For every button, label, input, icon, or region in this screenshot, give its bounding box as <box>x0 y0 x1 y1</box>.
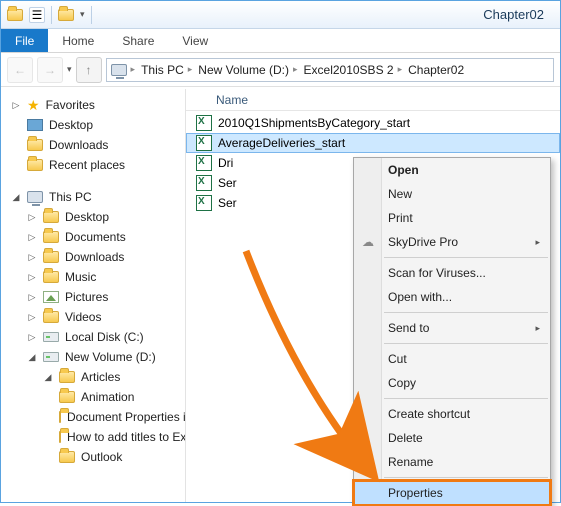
nav-chart-titles[interactable]: How to add titles to Excel charts <box>5 427 185 447</box>
tab-file[interactable]: File <box>1 29 48 52</box>
crumb-3[interactable]: Chapter02 <box>408 63 464 77</box>
desktop-icon <box>27 119 43 131</box>
menu-separator <box>384 343 548 344</box>
nav-music[interactable]: ▷Music <box>5 267 185 287</box>
nav-articles[interactable]: ◢Articles <box>5 367 185 387</box>
nav-fav-desktop[interactable]: Desktop <box>5 115 185 135</box>
drive-icon <box>43 352 59 362</box>
menu-delete[interactable]: Delete <box>354 426 550 450</box>
excel-icon <box>196 115 212 131</box>
menu-openwith[interactable]: Open with... <box>354 285 550 309</box>
nav-desktop[interactable]: ▷Desktop <box>5 207 185 227</box>
nav-forward-button[interactable]: → <box>37 57 63 83</box>
chevron-right-icon: ▸ <box>535 237 540 248</box>
nav-documents[interactable]: ▷Documents <box>5 227 185 247</box>
nav-animation[interactable]: Animation <box>5 387 185 407</box>
crumb-2[interactable]: Excel2010SBS 2 <box>304 63 394 77</box>
nav-doc-props[interactable]: Document Properties in Excel <box>5 407 185 427</box>
menu-rename[interactable]: Rename <box>354 450 550 474</box>
nav-fav-recent[interactable]: Recent places <box>5 155 185 175</box>
crumb-0[interactable]: This PC <box>141 63 184 77</box>
nav-outlook[interactable]: Outlook <box>5 447 185 467</box>
folder-icon <box>59 431 61 443</box>
nav-downloads[interactable]: ▷Downloads <box>5 247 185 267</box>
nav-new-volume-d[interactable]: ◢New Volume (D:) <box>5 347 185 367</box>
folder-icon <box>43 311 59 323</box>
context-menu: Open New Print ☁SkyDrive Pro▸ Scan for V… <box>353 157 551 506</box>
folder-icon <box>43 211 59 223</box>
nav-local-disk-c[interactable]: ▷Local Disk (C:) <box>5 327 185 347</box>
address-bar: ← → ▾ ↑ ▸This PC ▸New Volume (D:) ▸Excel… <box>1 53 560 87</box>
nav-fav-downloads[interactable]: Downloads <box>5 135 185 155</box>
folder-icon <box>7 7 23 23</box>
menu-copy[interactable]: Copy <box>354 371 550 395</box>
star-icon: ★ <box>27 97 40 114</box>
menu-sendto[interactable]: Send to▸ <box>354 316 550 340</box>
menu-cut[interactable]: Cut <box>354 347 550 371</box>
folder-icon <box>43 231 59 243</box>
ribbon-tabs: File Home Share View <box>1 29 560 53</box>
menu-shortcut[interactable]: Create shortcut <box>354 402 550 426</box>
menu-properties[interactable]: Properties <box>354 481 550 505</box>
folder-open-icon <box>58 7 74 23</box>
pc-icon <box>27 191 43 203</box>
drive-icon <box>43 332 59 342</box>
menu-skydrive[interactable]: ☁SkyDrive Pro▸ <box>354 230 550 254</box>
menu-print[interactable]: Print <box>354 206 550 230</box>
tab-share[interactable]: Share <box>108 29 168 52</box>
nav-history-icon[interactable]: ▾ <box>67 64 72 75</box>
menu-open[interactable]: Open <box>354 158 550 182</box>
column-header-name[interactable]: Name <box>186 89 560 111</box>
menu-separator <box>384 257 548 258</box>
titlebar: ☰ ▾ Chapter02 <box>1 1 560 29</box>
pictures-icon <box>43 291 59 303</box>
qa-dropdown-icon[interactable]: ▾ <box>80 9 85 20</box>
excel-icon <box>196 135 212 151</box>
folder-icon <box>59 411 61 423</box>
pc-icon <box>111 62 127 78</box>
crumb-1[interactable]: New Volume (D:) <box>198 63 289 77</box>
tab-view[interactable]: View <box>168 29 222 52</box>
menu-scan[interactable]: Scan for Viruses... <box>354 261 550 285</box>
menu-separator <box>384 477 548 478</box>
menu-new[interactable]: New <box>354 182 550 206</box>
nav-videos[interactable]: ▷Videos <box>5 307 185 327</box>
nav-back-button[interactable]: ← <box>7 57 33 83</box>
folder-icon <box>27 159 43 171</box>
menu-separator <box>384 398 548 399</box>
file-row[interactable]: 2010Q1ShipmentsByCategory_start <box>186 113 560 133</box>
navigation-pane: ▷★Favorites Desktop Downloads Recent pla… <box>1 89 186 502</box>
window-title: Chapter02 <box>483 7 554 22</box>
folder-icon <box>27 139 43 151</box>
nav-thispc[interactable]: ◢This PC <box>5 187 185 207</box>
props-icon[interactable]: ☰ <box>29 7 45 23</box>
breadcrumb[interactable]: ▸This PC ▸New Volume (D:) ▸Excel2010SBS … <box>106 58 554 82</box>
nav-pictures[interactable]: ▷Pictures <box>5 287 185 307</box>
tab-home[interactable]: Home <box>48 29 108 52</box>
file-row-selected[interactable]: AverageDeliveries_start <box>186 133 560 153</box>
nav-up-button[interactable]: ↑ <box>76 57 102 83</box>
nav-favorites[interactable]: ▷★Favorites <box>5 95 185 115</box>
chevron-right-icon: ▸ <box>535 323 540 334</box>
folder-icon <box>59 391 75 403</box>
folder-icon <box>43 251 59 263</box>
cloud-icon: ☁ <box>360 234 376 250</box>
excel-icon <box>196 195 212 211</box>
folder-icon <box>59 371 75 383</box>
folder-icon <box>43 271 59 283</box>
folder-icon <box>59 451 75 463</box>
excel-icon <box>196 175 212 191</box>
menu-separator <box>384 312 548 313</box>
excel-icon <box>196 155 212 171</box>
